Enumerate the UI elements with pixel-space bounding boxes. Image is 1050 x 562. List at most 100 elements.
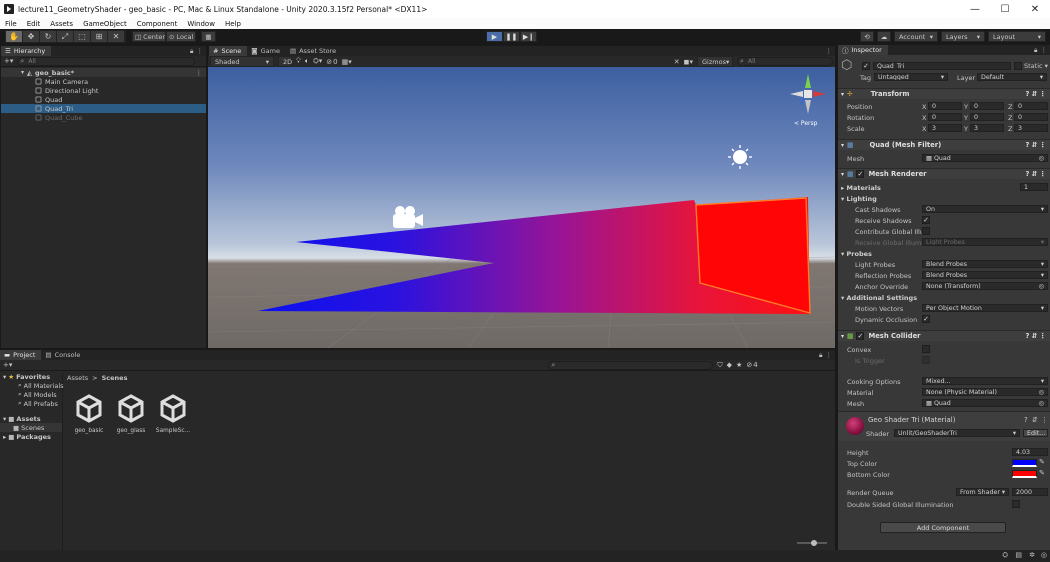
shader-dropdown[interactable]: Unlit/GeoShaderTri ▾ (894, 429, 1020, 437)
rotate-tool-icon[interactable]: ↻ (40, 31, 57, 42)
more-menu-icon[interactable]: ⋮ (197, 47, 204, 55)
height-field[interactable]: 4.03 (1012, 448, 1048, 456)
auto-generate-icon[interactable]: ◎ (1041, 551, 1047, 559)
camera-settings-icon[interactable]: ◼▾ (684, 58, 693, 66)
search-by-type-icon[interactable]: ⛉ (717, 361, 722, 370)
hidden-objects-icon[interactable]: ⊘ 0 (326, 58, 337, 66)
menu-edit[interactable]: Edit (22, 20, 46, 28)
create-add-icon[interactable]: +▾ (3, 361, 12, 369)
scale-x-field[interactable]: 3 (928, 124, 962, 132)
static-checkbox[interactable] (1014, 62, 1022, 70)
search-by-label-icon[interactable]: ◆ (727, 361, 732, 369)
bottom-color-swatch[interactable] (1012, 470, 1037, 478)
position-x-field[interactable]: 0 (928, 102, 962, 110)
rect-tool-icon[interactable]: ⬚ (74, 31, 91, 42)
mesh-renderer-enabled-checkbox[interactable]: ✓ (856, 170, 865, 178)
menu-gameobject[interactable]: GameObject (78, 20, 132, 28)
hidden-packages-icon[interactable]: ⊘ 4 (746, 361, 757, 369)
collider-mesh-field[interactable]: ▦ Quad ◎ (922, 399, 1048, 407)
hierarchy-item-main-camera[interactable]: Main Camera (1, 77, 206, 86)
favorite-all-materials[interactable]: ⌕ All Materials (0, 381, 64, 390)
render-queue-mode-dropdown[interactable]: From Shader ▾ (956, 488, 1009, 496)
object-picker-icon[interactable]: ◎ (1039, 389, 1045, 395)
preset-icon[interactable]: ⇵ (1032, 141, 1038, 149)
lighting-toggle-icon[interactable]: 💡︎ (296, 57, 301, 66)
toggle-2d-button[interactable]: 2D (278, 56, 292, 67)
collapse-arrow-icon[interactable]: ▾ (841, 142, 844, 149)
hierarchy-item-quad-tri[interactable]: Quad_Tri (1, 104, 206, 113)
mesh-collider-component-header[interactable]: ▾ ▦ ✓ Mesh Collider ? ⇵ ⋮ (838, 330, 1050, 341)
help-icon[interactable]: ? (1026, 332, 1030, 340)
pivot-center-toggle[interactable]: ◫ Center (132, 31, 166, 42)
collapse-arrow-icon[interactable]: ▾ (841, 171, 844, 178)
account-dropdown[interactable]: Account ▾ (894, 31, 938, 42)
debug-icon[interactable]: ✲ (1029, 551, 1035, 559)
scene-root-row[interactable]: ▾ ◭ geo_basic* ⋮ (1, 68, 206, 77)
lock-icon[interactable]: 🔒︎ (819, 351, 822, 360)
play-button[interactable]: ▶ (486, 31, 503, 42)
tab-game[interactable]: ◙ Game (247, 46, 286, 56)
preset-icon[interactable]: ⇵ (1032, 90, 1038, 98)
favorites-foldout[interactable]: ▾ ★ Favorites (0, 372, 62, 381)
tab-project[interactable]: ▬ Project (0, 350, 42, 360)
mesh-field[interactable]: ▦ Quad ◎ (922, 154, 1048, 162)
materials-count-field[interactable]: 1 (1020, 183, 1048, 191)
tab-scene[interactable]: # Scene (209, 46, 248, 56)
scenes-folder[interactable]: ■ Scenes (0, 423, 62, 432)
material-header[interactable]: Geo Shader Tri (Material) Shader Unlit/G… (838, 411, 1050, 441)
object-picker-icon[interactable]: ◎ (1039, 283, 1045, 289)
favorite-star-icon[interactable]: ★ (736, 361, 742, 369)
step-button[interactable]: ▶❙ (520, 31, 537, 42)
render-queue-field[interactable]: 2000 (1012, 488, 1048, 496)
preset-icon[interactable]: ⇵ (1032, 416, 1038, 424)
scene-menu-icon[interactable]: ⋮ (196, 69, 203, 77)
scale-tool-icon[interactable]: ⤢ (57, 31, 74, 42)
rotation-z-field[interactable]: 0 (1014, 113, 1048, 121)
tag-dropdown[interactable]: Untagged ▾ (874, 73, 948, 81)
preset-icon[interactable]: ⇵ (1032, 332, 1038, 340)
tab-inspector[interactable]: ⓘ Inspector (838, 45, 888, 55)
help-icon[interactable]: ? (1024, 416, 1028, 424)
layer-dropdown[interactable]: Default ▾ (977, 73, 1047, 81)
effects-dropdown-icon[interactable]: ⛭▾ (313, 57, 322, 66)
transform-tool-icon[interactable]: ⊞ (91, 31, 108, 42)
menu-file[interactable]: File (0, 20, 22, 28)
tab-console[interactable]: ▤ Console (41, 350, 86, 360)
pivot-local-toggle[interactable]: ⊙ Local (166, 31, 196, 42)
hierarchy-item-directional-light[interactable]: Directional Light (1, 86, 206, 95)
maximize-button[interactable]: ☐ (990, 4, 1020, 15)
object-picker-icon[interactable]: ◎ (1039, 155, 1045, 161)
assets-folder[interactable]: ▾ ■ Assets (0, 414, 62, 423)
asset-geo-glass[interactable]: geo_glass (111, 393, 151, 434)
menu-assets[interactable]: Assets (45, 20, 78, 28)
close-button[interactable]: ✕ (1020, 4, 1050, 15)
object-name-field[interactable]: Quad_Tri (873, 62, 1011, 70)
component-menu-icon[interactable]: ⋮ (1039, 170, 1046, 178)
rotation-y-field[interactable]: 0 (970, 113, 1004, 121)
more-menu-icon[interactable]: ⋮ (1041, 46, 1048, 54)
dynamic-occlusion-checkbox[interactable]: ✓ (922, 315, 930, 323)
menu-help[interactable]: Help (220, 20, 246, 28)
hand-tool-icon[interactable]: ✋ (6, 31, 23, 42)
receive-shadows-checkbox[interactable]: ✓ (922, 216, 930, 224)
help-icon[interactable]: ? (1026, 90, 1030, 98)
help-icon[interactable]: ? (1026, 170, 1030, 178)
lock-icon[interactable]: 🔒︎ (1034, 46, 1037, 55)
tab-asset-store[interactable]: ▤ Asset Store (286, 46, 342, 56)
dsgi-checkbox[interactable] (1012, 500, 1020, 508)
active-checkbox[interactable]: ✓ (862, 62, 870, 70)
collider-material-field[interactable]: None (Physic Material) ◎ (922, 388, 1048, 396)
scale-y-field[interactable]: 3 (970, 124, 1004, 132)
orientation-gizmo[interactable] (790, 74, 826, 114)
top-color-swatch[interactable] (1012, 459, 1037, 467)
asset-geo-basic[interactable]: geo_basic (69, 393, 109, 434)
progress-icon[interactable]: ⛭ (1002, 551, 1008, 560)
scene-search-input[interactable]: All (737, 57, 833, 66)
packages-folder[interactable]: ▸ ■ Packages (0, 432, 62, 441)
rotation-x-field[interactable]: 0 (928, 113, 962, 121)
custom-tool-icon[interactable]: ✕ (108, 31, 125, 42)
collapse-arrow-icon[interactable]: ▾ (841, 91, 844, 98)
additional-settings-foldout[interactable]: ▾ Additional Settings (841, 294, 917, 302)
transform-component-header[interactable]: ▾ ✢ Transform ? ⇵ ⋮ (838, 88, 1050, 99)
lock-icon[interactable]: 🔒︎ (190, 47, 193, 56)
